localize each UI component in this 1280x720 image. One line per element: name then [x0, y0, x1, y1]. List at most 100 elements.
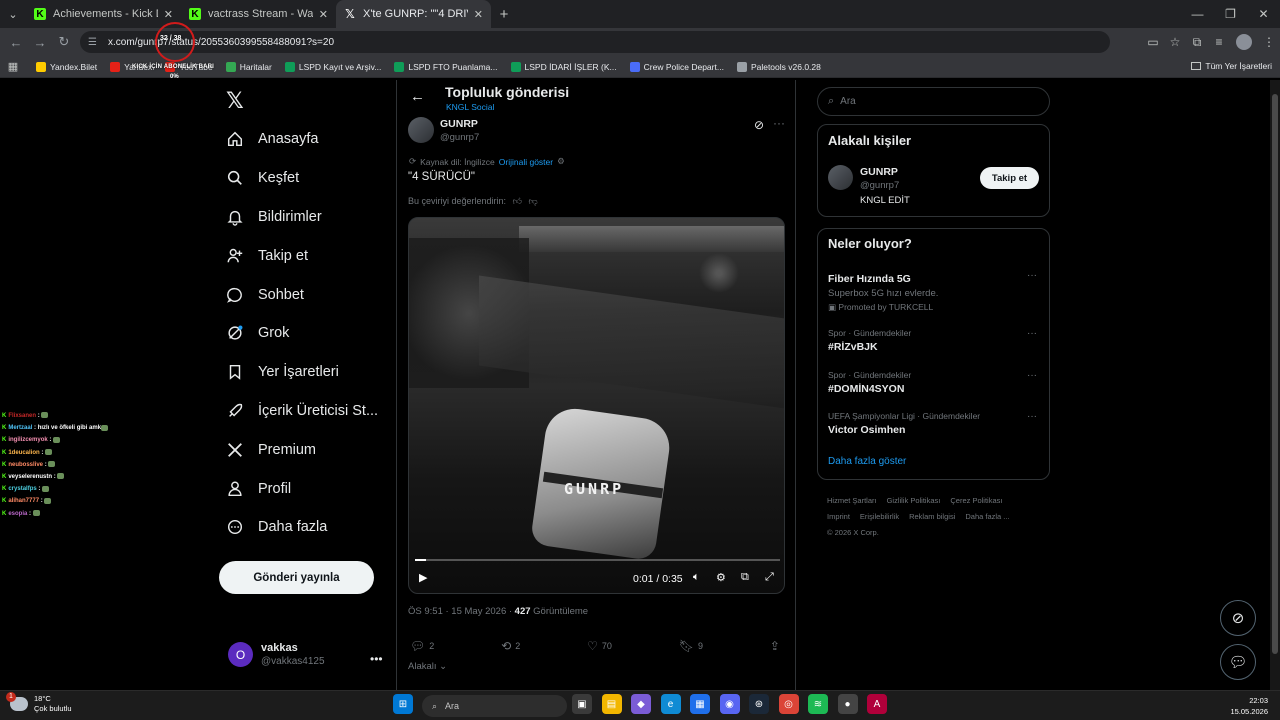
spotify-icon[interactable]: ≋: [808, 694, 828, 714]
maximize-icon[interactable]: ❐: [1214, 0, 1247, 28]
messages-fab-icon[interactable]: 💬︎: [1220, 644, 1256, 680]
sidebar-item-4[interactable]: Takip et: [222, 236, 378, 275]
sidebar-item-8[interactable]: İçerik Üreticisi St...: [222, 392, 378, 431]
reply-button[interactable]: 💬︎ 2: [410, 637, 434, 655]
profile-avatar[interactable]: [1236, 34, 1252, 50]
media-icon[interactable]: ≡: [1208, 35, 1230, 49]
x-logo-icon[interactable]: 𝕏: [226, 88, 244, 114]
search-input[interactable]: ⌕ Ara: [817, 87, 1050, 116]
chrome-icon[interactable]: ◎: [778, 694, 799, 714]
bookmark-item[interactable]: LSPD İDARİ İŞLER (K...: [510, 61, 617, 72]
tab-vactrass-stream[interactable]: K vactrass Stream - Watch Live or ✕: [181, 0, 336, 28]
volume-icon[interactable]: 🔈︎: [693, 571, 700, 584]
scrollbar-thumb[interactable]: [1272, 94, 1278, 654]
windows-start-icon[interactable]: ⊞: [393, 694, 413, 714]
close-icon[interactable]: ✕: [474, 8, 483, 21]
grok-icon[interactable]: ⊘: [754, 118, 764, 132]
tab-kick-dashboard[interactable]: K Achievements - Kick Dashboard ✕: [26, 0, 181, 28]
site-info-icon[interactable]: ☰: [88, 37, 102, 48]
more-horizontal-icon[interactable]: ···: [1027, 328, 1037, 339]
chat-username[interactable]: esopia: [8, 511, 27, 517]
star-icon[interactable]: ☆: [1164, 35, 1186, 49]
app-icon[interactable]: ▦: [690, 694, 710, 714]
bookmark-button[interactable]: 🔖︎ 9: [679, 637, 703, 655]
settings-icon[interactable]: ⚙: [716, 571, 726, 584]
show-more-link[interactable]: Daha fazla göster: [828, 456, 906, 467]
chat-username[interactable]: crystalfps: [8, 486, 36, 492]
close-window-icon[interactable]: ✕: [1247, 0, 1280, 28]
footer-link[interactable]: Gizlilik Politikası: [887, 496, 941, 505]
grok-fab-icon[interactable]: ⊘: [1220, 600, 1256, 636]
sidebar-item-5[interactable]: Sohbet: [222, 275, 378, 314]
sidebar-item-9[interactable]: Premium: [222, 430, 378, 469]
related-person-handle[interactable]: @gunrp7: [860, 180, 899, 191]
author-avatar[interactable]: [408, 117, 434, 143]
sidebar-item-11[interactable]: Daha fazla: [222, 508, 378, 547]
chat-username[interactable]: ingilizcemyok: [8, 437, 47, 443]
tab-search-icon[interactable]: ⌄: [0, 0, 26, 28]
community-link[interactable]: KNGL Social: [446, 102, 494, 112]
extensions-icon[interactable]: ⧉: [1186, 35, 1208, 50]
account-switcher[interactable]: O vakkas @vakkas4125: [228, 642, 325, 667]
edge-icon[interactable]: e: [660, 694, 681, 714]
weather-widget[interactable]: 1 18°C Çok bulutlu: [6, 692, 72, 714]
close-icon[interactable]: ✕: [319, 8, 328, 21]
related-person-name[interactable]: GUNRP: [860, 166, 898, 178]
footer-link[interactable]: Çerez Politikası: [950, 496, 1002, 505]
reload-icon[interactable]: ↻: [52, 34, 76, 50]
chat-username[interactable]: neubosslive: [8, 462, 43, 468]
back-arrow-icon[interactable]: ←: [410, 88, 425, 105]
thumbs-up-icon[interactable]: 👍︎: [513, 196, 522, 206]
forward-icon[interactable]: →: [28, 35, 52, 50]
cast-icon[interactable]: ▭: [1142, 35, 1164, 49]
url-field[interactable]: ☰ x.com/gunrp7/status/205536039955848809…: [80, 31, 1110, 53]
video-player[interactable]: GUNRP ▶ 0:01 / 0:35 🔈︎ ⚙ ⧉ ⤢: [408, 217, 785, 594]
footer-link[interactable]: Hizmet Şartları: [827, 496, 877, 505]
show-original-link[interactable]: Orijinali göster: [499, 157, 553, 167]
sidebar-item-7[interactable]: Yer İşaretleri: [222, 353, 378, 392]
sidebar-item-2[interactable]: Keşfet: [222, 159, 378, 198]
more-horizontal-icon[interactable]: •••: [370, 652, 383, 666]
sidebar-item-6[interactable]: Grok: [222, 314, 378, 353]
like-button[interactable]: ♡ 70: [587, 637, 612, 655]
menu-icon[interactable]: ⋮: [1258, 35, 1280, 49]
chat-username[interactable]: 1deucalion: [8, 450, 39, 456]
author-handle[interactable]: @gunrp7: [440, 132, 479, 143]
steam-icon[interactable]: ⊛: [749, 694, 769, 714]
bookmark-item[interactable]: LSPD FTO Puanlama...: [394, 61, 498, 72]
back-icon[interactable]: ←: [4, 35, 28, 50]
discord-icon[interactable]: ◉: [719, 694, 740, 714]
trend-item[interactable]: Spor · Gündemdekiler #RİZvBJK: [828, 328, 1038, 353]
bookmark-item[interactable]: Paletools v26.0.28: [736, 61, 821, 72]
avatar[interactable]: [828, 165, 853, 190]
chat-username[interactable]: Mertzaal: [8, 425, 32, 431]
footer-link[interactable]: Imprint: [827, 512, 850, 521]
related-dropdown[interactable]: Alakalı ⌄: [408, 661, 447, 672]
chat-username[interactable]: Flixsanen: [8, 413, 36, 419]
repost-button[interactable]: ⟲ 2: [501, 637, 520, 655]
taskbar-search[interactable]: ⌕ Ara: [422, 695, 567, 717]
trend-item[interactable]: Fiber Hızında 5G Superbox 5G hızı evlerde…: [828, 270, 1038, 313]
footer-link[interactable]: Reklam bilgisi: [909, 512, 955, 521]
chat-username[interactable]: veyselerenustn: [8, 474, 52, 480]
more-horizontal-icon[interactable]: ···: [1027, 270, 1037, 281]
trend-item[interactable]: Spor · Gündemdekiler #DOMİN4SYON: [828, 370, 1038, 395]
footer-link[interactable]: Erişilebilirlik: [860, 512, 899, 521]
post-time[interactable]: ÖS 9:51 · 15 May 2026 ·: [408, 606, 515, 617]
sidebar-item-3[interactable]: Bildirimler: [222, 198, 378, 237]
pip-icon[interactable]: ⧉: [741, 571, 749, 584]
sidebar-item-10[interactable]: Profil: [222, 469, 378, 508]
new-tab-button[interactable]: +: [491, 6, 517, 23]
post-button[interactable]: Gönderi yayınla: [219, 561, 374, 594]
more-horizontal-icon[interactable]: ···: [773, 116, 785, 130]
more-horizontal-icon[interactable]: ···: [1027, 370, 1037, 381]
footer-link[interactable]: © 2026 X Corp.: [827, 528, 879, 537]
trend-item[interactable]: UEFA Şampiyonlar Ligi · Gündemdekiler Vic…: [828, 411, 1038, 436]
file-explorer-icon[interactable]: ▤: [601, 694, 622, 714]
fullscreen-icon[interactable]: ⤢: [765, 571, 774, 584]
author-name[interactable]: GUNRP: [440, 118, 478, 130]
footer-link[interactable]: Daha fazla ...: [965, 512, 1009, 521]
bookmark-item[interactable]: Yandex.Bilet: [36, 61, 97, 72]
share-button[interactable]: ⇪: [770, 637, 784, 655]
follow-button[interactable]: Takip et: [980, 167, 1039, 189]
